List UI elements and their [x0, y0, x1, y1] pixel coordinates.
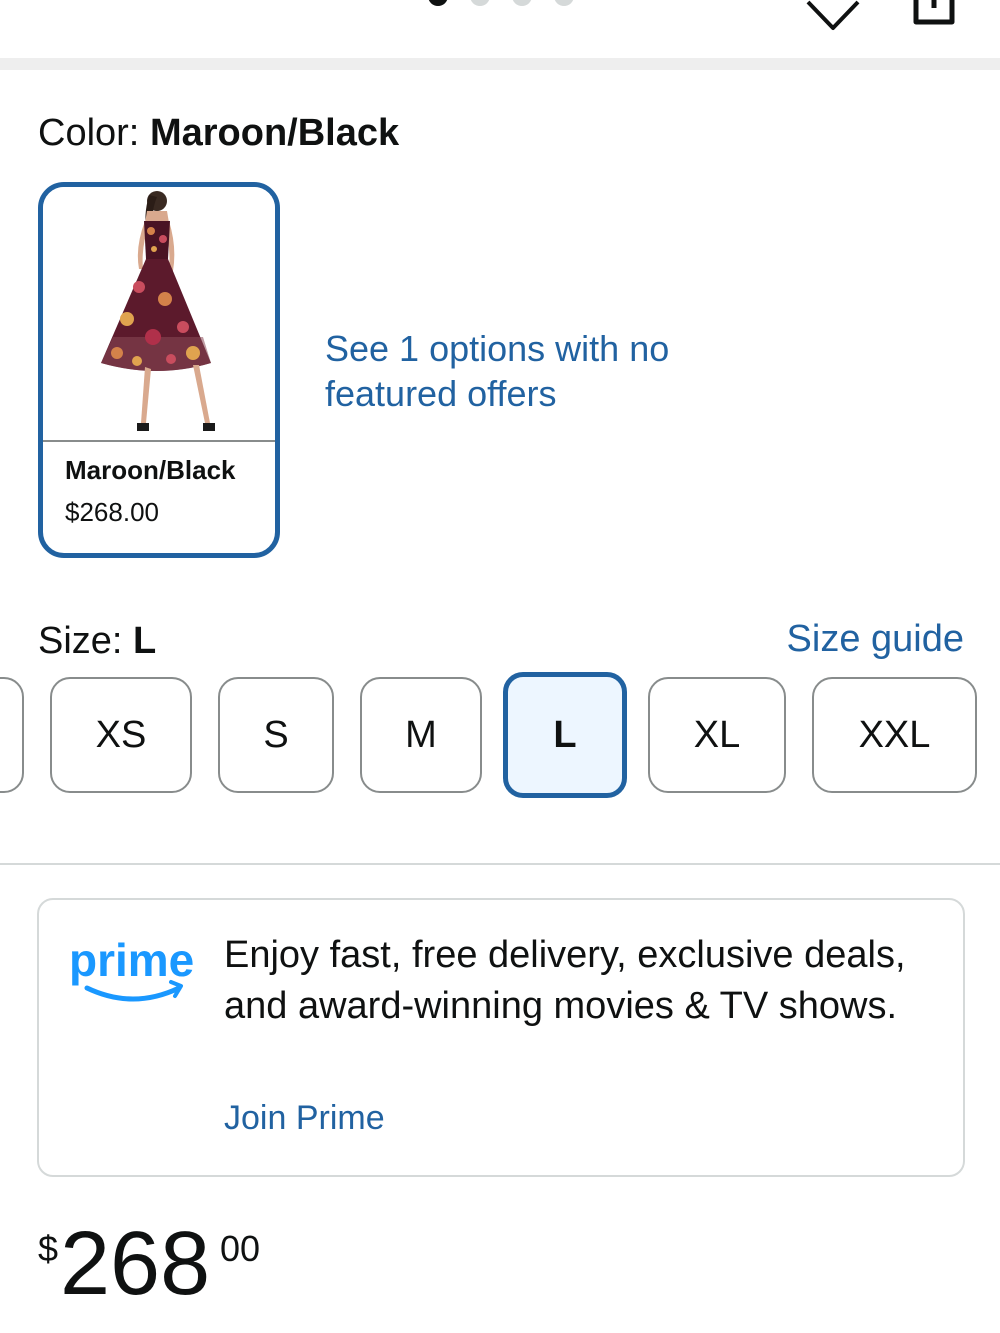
size-option-xxl[interactable]: XXL	[812, 677, 977, 793]
color-value: Maroon/Black	[149, 112, 400, 154]
prime-logo-text: prime	[69, 934, 194, 986]
color-swatch-maroon-black[interactable]: Maroon/Black $268.00	[38, 182, 280, 558]
size-label: Size: L	[38, 620, 156, 663]
section-divider	[0, 863, 1000, 865]
size-option-xs[interactable]: XS	[50, 677, 192, 793]
color-label: Color: Maroon/Black	[38, 112, 399, 155]
size-label-text: Size:	[38, 620, 123, 662]
see-options-link[interactable]: See 1 options with no featured offers	[325, 326, 685, 416]
size-guide-link[interactable]: Size guide	[787, 618, 964, 661]
size-option-xl[interactable]: XL	[648, 677, 786, 793]
gallery-dot-2[interactable]	[470, 0, 490, 6]
gallery-dot-3[interactable]	[512, 0, 532, 6]
size-option-m[interactable]: M	[360, 677, 482, 793]
prime-banner: prime Enjoy fast, free delivery, exclusi…	[37, 898, 965, 1177]
size-option-s[interactable]: S	[218, 677, 334, 793]
prime-logo: prime	[69, 934, 194, 1002]
price-fraction: 00	[220, 1228, 261, 1269]
gallery-pagination	[428, 0, 574, 6]
size-option-partial[interactable]	[0, 677, 24, 793]
swatch-divider	[43, 440, 275, 442]
section-divider	[0, 58, 1000, 70]
color-label-text: Color:	[38, 112, 140, 154]
swatch-price: $268.00	[65, 497, 159, 527]
size-value: L	[133, 620, 157, 662]
gallery-dot-4[interactable]	[554, 0, 574, 6]
price-whole: 268	[60, 1214, 211, 1314]
join-prime-link[interactable]: Join Prime	[224, 1099, 385, 1138]
dress-image	[43, 187, 275, 441]
size-option-l[interactable]: L	[503, 672, 627, 798]
share-icon[interactable]	[910, 0, 958, 28]
swatch-name: Maroon/Black	[65, 455, 236, 485]
price-symbol: $	[38, 1228, 59, 1269]
heart-icon[interactable]	[804, 0, 862, 32]
prime-message: Enjoy fast, free delivery, exclusive dea…	[224, 934, 906, 1027]
gallery-dot-1[interactable]	[428, 0, 448, 6]
top-bar	[0, 0, 1000, 70]
